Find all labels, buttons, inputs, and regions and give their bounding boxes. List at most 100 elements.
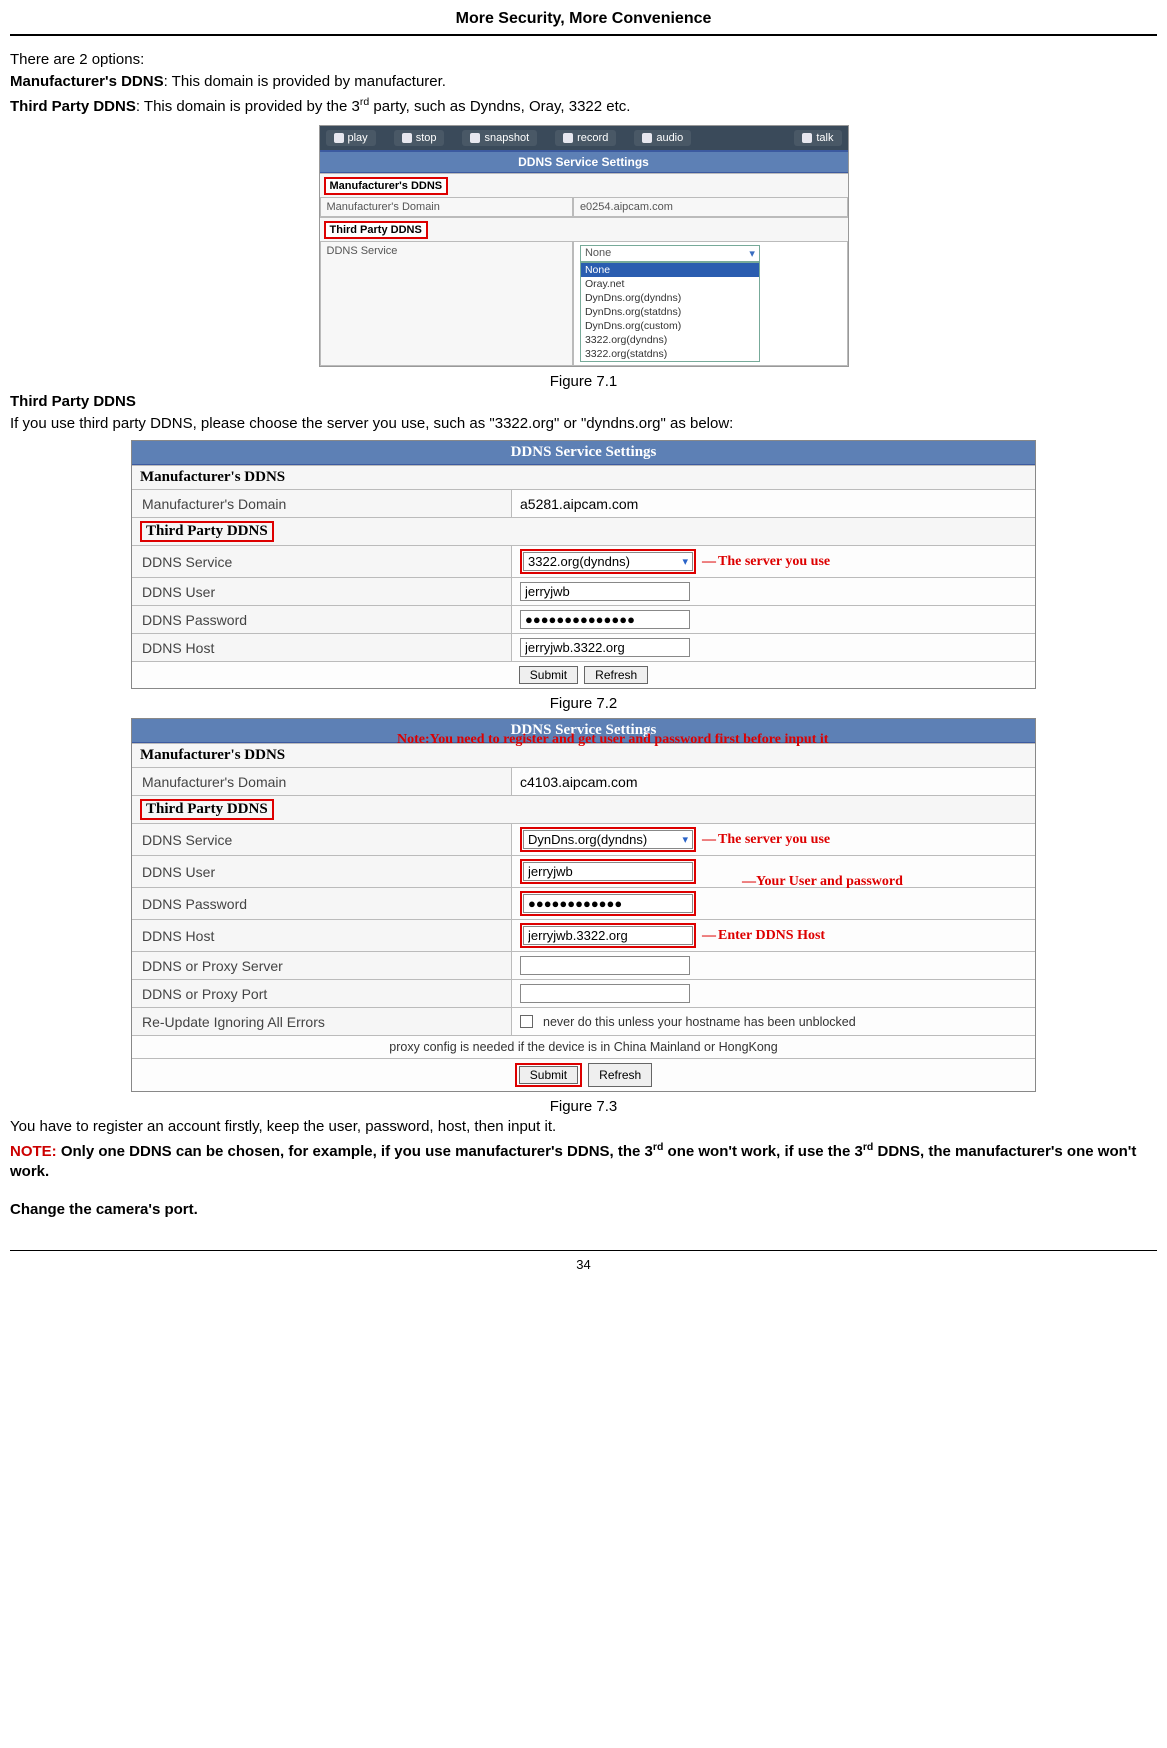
- play-label: play: [348, 132, 368, 144]
- manufacturer-domain-label: Manufacturer's Domain: [320, 197, 573, 217]
- toolbar: play stop snapshot record audio talk: [320, 126, 848, 150]
- third-party-ddns-section: Third Party DDNS: [324, 221, 428, 239]
- talk-label: talk: [816, 132, 833, 144]
- ddns-option[interactable]: None: [581, 263, 759, 277]
- ddns-user-input[interactable]: [520, 582, 690, 601]
- proxy-server-label: DDNS or Proxy Server: [132, 952, 512, 979]
- record-label: record: [577, 132, 608, 144]
- intro-opt1: Manufacturer's DDNS: This domain is prov…: [10, 72, 1157, 92]
- toolbar-stop[interactable]: stop: [394, 130, 445, 146]
- figure-7-3-panel: DDNS Service Settings Manufacturer's DDN…: [131, 718, 1036, 1092]
- ddns-settings-header: DDNS Service Settings: [320, 150, 848, 173]
- note-text1: Only one DDNS can be chosen, for example…: [57, 1143, 653, 1160]
- audio-label: audio: [656, 132, 683, 144]
- ddns-option[interactable]: 3322.org(dyndns): [581, 333, 759, 347]
- ddns-option[interactable]: DynDns.org(dyndns): [581, 291, 759, 305]
- manufacturer-domain-row: Manufacturer's Domain e0254.aipcam.com: [320, 197, 848, 217]
- button-row: Submit Refresh: [132, 661, 1035, 688]
- note-label: NOTE:: [10, 1143, 57, 1160]
- ddns-user-label: DDNS User: [132, 578, 512, 605]
- ddns-service-row: DDNS Service DynDns.org(dyndns) ▾ The se…: [132, 823, 1035, 855]
- toolbar-play[interactable]: play: [326, 130, 376, 146]
- third-party-heading: Third Party DDNS: [10, 392, 1157, 412]
- ddns-service-label: DDNS Service: [132, 546, 512, 577]
- opt2-text2: party, such as Dyndns, Oray, 3322 etc.: [369, 98, 630, 115]
- ddns-host-label: DDNS Host: [132, 920, 512, 951]
- ddns-user-row: DDNS User —Your User and password: [132, 855, 1035, 887]
- ddns-password-input[interactable]: [520, 610, 690, 629]
- refresh-button[interactable]: Refresh: [584, 666, 648, 684]
- ddns-service-value: DynDns.org(dyndns): [528, 832, 647, 847]
- figure-7-3-caption: Figure 7.3: [10, 1098, 1157, 1115]
- ddns-option[interactable]: DynDns.org(statdns): [581, 305, 759, 319]
- submit-button[interactable]: Submit: [519, 1066, 578, 1084]
- reupdate-label: Re-Update Ignoring All Errors: [132, 1008, 512, 1035]
- reupdate-row: Re-Update Ignoring All Errors never do t…: [132, 1007, 1035, 1035]
- ddns-service-label: DDNS Service: [132, 824, 512, 855]
- third-party-section: Third Party DDNS: [132, 517, 1035, 545]
- reupdate-checkbox[interactable]: [520, 1015, 533, 1028]
- ddns-password-row: DDNS Password: [132, 887, 1035, 919]
- manuf-domain-row: Manufacturer's Domain a5281.aipcam.com: [132, 489, 1035, 517]
- toolbar-record[interactable]: record: [555, 130, 616, 146]
- toolbar-snapshot[interactable]: snapshot: [462, 130, 537, 146]
- ddns-service-options: None Oray.net DynDns.org(dyndns) DynDns.…: [580, 262, 760, 362]
- proxy-port-input[interactable]: [520, 984, 690, 1003]
- note-sup1: rd: [653, 1141, 664, 1153]
- play-icon: [334, 133, 344, 143]
- section2-prose: Third Party DDNS If you use third party …: [10, 392, 1157, 435]
- outro-prose: You have to register an account firstly,…: [10, 1117, 1157, 1220]
- outro-p1: You have to register an account firstly,…: [10, 1117, 1157, 1137]
- intro-opt2: Third Party DDNS: This domain is provide…: [10, 95, 1157, 117]
- chevron-down-icon: ▾: [682, 555, 688, 568]
- manuf-domain-label: Manufacturer's Domain: [132, 490, 512, 517]
- opt1-label: Manufacturer's DDNS: [10, 73, 164, 90]
- chevron-down-icon: ▾: [682, 833, 688, 846]
- annotation-note-top: Note:You need to register and get user a…: [397, 732, 907, 748]
- ddns-user-label: DDNS User: [132, 856, 512, 887]
- ddns-service-select[interactable]: 3322.org(dyndns) ▾: [523, 552, 693, 571]
- toolbar-audio[interactable]: audio: [634, 130, 691, 146]
- page-header: More Security, More Convenience: [10, 10, 1157, 36]
- proxy-port-row: DDNS or Proxy Port: [132, 979, 1035, 1007]
- ddns-service-dropdown[interactable]: None ▾ None Oray.net DynDns.org(dyndns) …: [580, 245, 841, 362]
- figure-7-1: play stop snapshot record audio talk DDN…: [319, 125, 849, 367]
- manufacturer-ddns-section: Manufacturer's DDNS: [324, 177, 449, 195]
- reupdate-text: never do this unless your hostname has b…: [543, 1015, 856, 1029]
- manufacturer-domain-value: e0254.aipcam.com: [573, 197, 848, 217]
- ddns-password-label: DDNS Password: [132, 888, 512, 919]
- ddns-user-row: DDNS User: [132, 577, 1035, 605]
- ddns-password-label: DDNS Password: [132, 606, 512, 633]
- intro-p1: There are 2 options:: [10, 50, 1157, 70]
- ddns-host-input[interactable]: [523, 926, 693, 945]
- annotation-server: The server you use: [702, 554, 830, 570]
- panel-title: DDNS Service Settings: [132, 441, 1035, 465]
- opt2-sup: rd: [360, 96, 369, 108]
- ddns-password-input[interactable]: [523, 894, 693, 913]
- record-icon: [563, 133, 573, 143]
- ddns-service-row: DDNS Service None ▾ None Oray.net DynDns…: [320, 241, 848, 366]
- ddns-service-label: DDNS Service: [320, 241, 573, 366]
- opt1-text: : This domain is provided by manufacture…: [164, 73, 446, 90]
- ddns-password-row: DDNS Password: [132, 605, 1035, 633]
- annotation-host: Enter DDNS Host: [702, 928, 825, 944]
- figure-7-1-caption: Figure 7.1: [10, 373, 1157, 390]
- submit-button[interactable]: Submit: [519, 666, 578, 684]
- ddns-option[interactable]: DynDns.org(custom): [581, 319, 759, 333]
- chevron-down-icon: ▾: [749, 247, 755, 260]
- ddns-service-select[interactable]: DynDns.org(dyndns) ▾: [523, 830, 693, 849]
- ddns-user-input[interactable]: [523, 862, 693, 881]
- manufacturer-section: Manufacturer's DDNS: [132, 465, 1035, 489]
- annotation-server: The server you use: [702, 832, 830, 848]
- intro-prose: There are 2 options: Manufacturer's DDNS…: [10, 50, 1157, 117]
- ddns-host-row: DDNS Host: [132, 633, 1035, 661]
- proxy-server-input[interactable]: [520, 956, 690, 975]
- figure-7-2-panel: DDNS Service Settings Manufacturer's DDN…: [131, 440, 1036, 689]
- ddns-service-row: DDNS Service 3322.org(dyndns) ▾ The serv…: [132, 545, 1035, 577]
- toolbar-talk[interactable]: talk: [794, 130, 841, 146]
- ddns-host-input[interactable]: [520, 638, 690, 657]
- opt2-text: : This domain is provided by the 3: [136, 98, 360, 115]
- ddns-option[interactable]: 3322.org(statdns): [581, 347, 759, 361]
- refresh-button[interactable]: Refresh: [588, 1063, 652, 1087]
- ddns-option[interactable]: Oray.net: [581, 277, 759, 291]
